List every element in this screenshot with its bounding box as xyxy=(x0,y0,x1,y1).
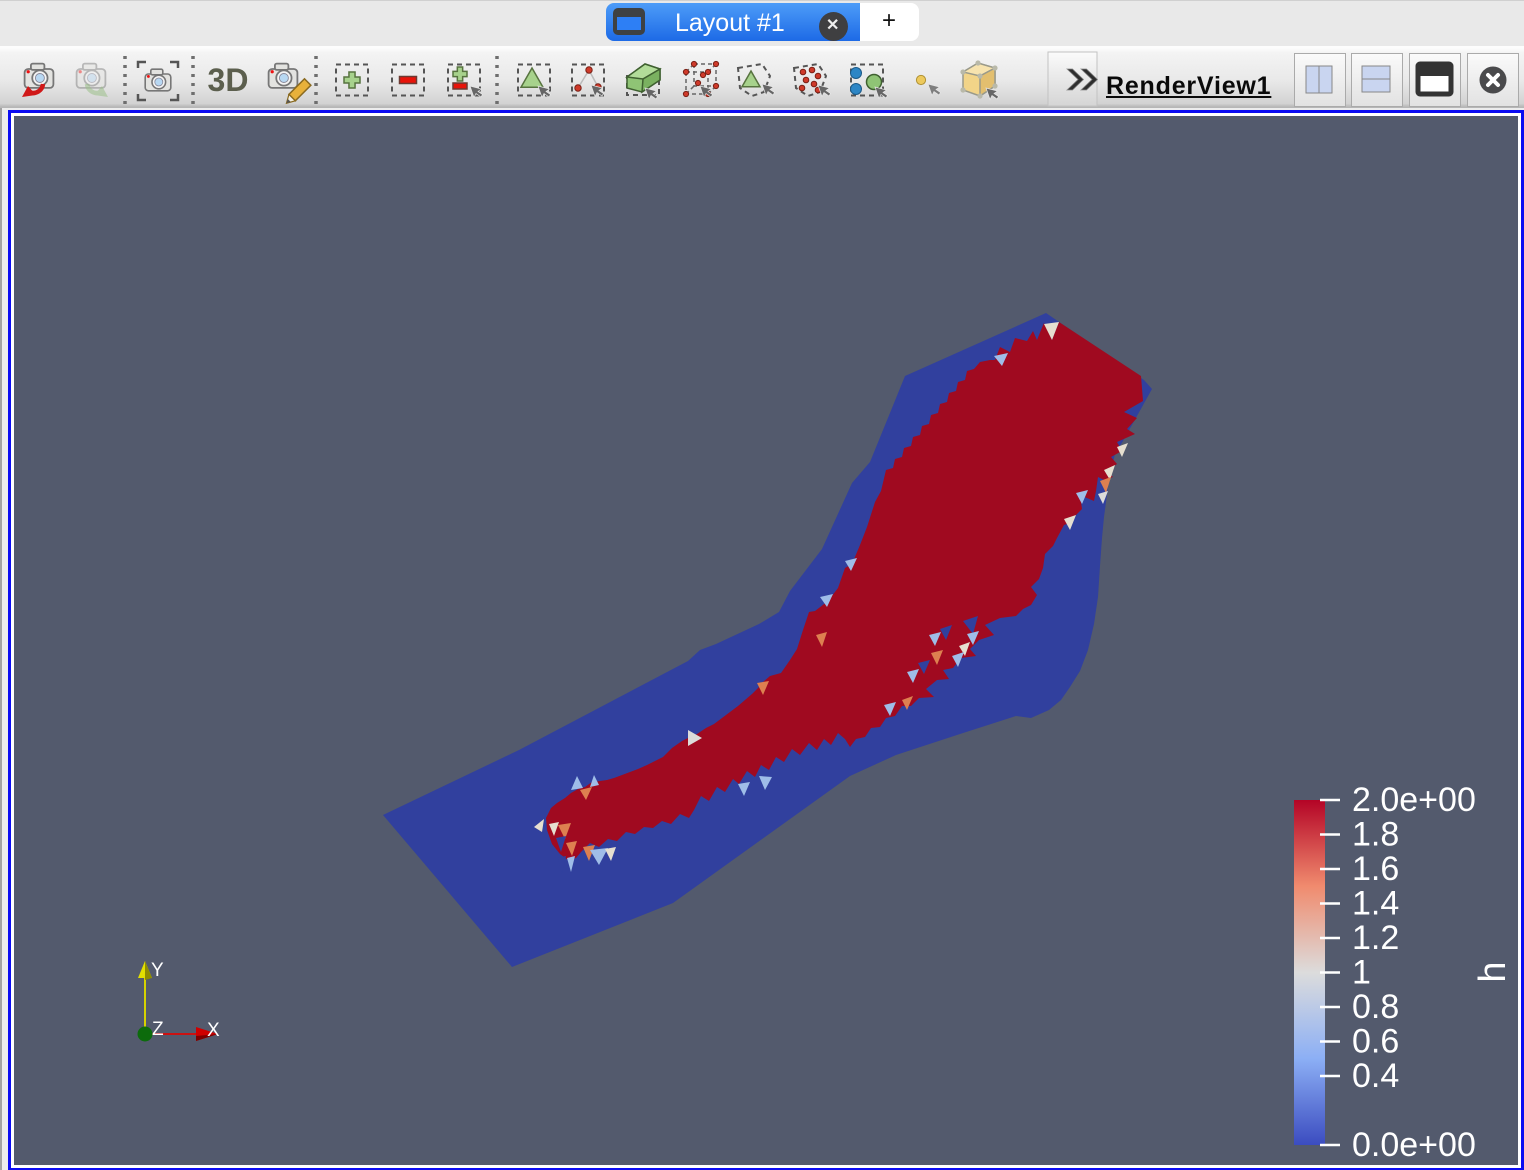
svg-text:0.4: 0.4 xyxy=(1352,1057,1399,1095)
svg-text:1.6: 1.6 xyxy=(1352,850,1399,888)
svg-text:2.0e+00: 2.0e+00 xyxy=(1352,781,1476,819)
svg-text:Z: Z xyxy=(152,1019,164,1040)
svg-text:h: h xyxy=(1472,961,1514,982)
svg-text:1.2: 1.2 xyxy=(1352,919,1399,957)
svg-text:1.8: 1.8 xyxy=(1352,816,1399,854)
svg-text:0.0e+00: 0.0e+00 xyxy=(1352,1126,1476,1164)
svg-text:1: 1 xyxy=(1352,954,1371,992)
svg-text:3D: 3D xyxy=(208,62,249,98)
svg-text:0.8: 0.8 xyxy=(1352,988,1399,1026)
svg-text:X: X xyxy=(207,1020,220,1041)
svg-text:1.4: 1.4 xyxy=(1352,885,1399,923)
svg-text:Y: Y xyxy=(151,960,164,981)
svg-text:0.6: 0.6 xyxy=(1352,1023,1399,1061)
